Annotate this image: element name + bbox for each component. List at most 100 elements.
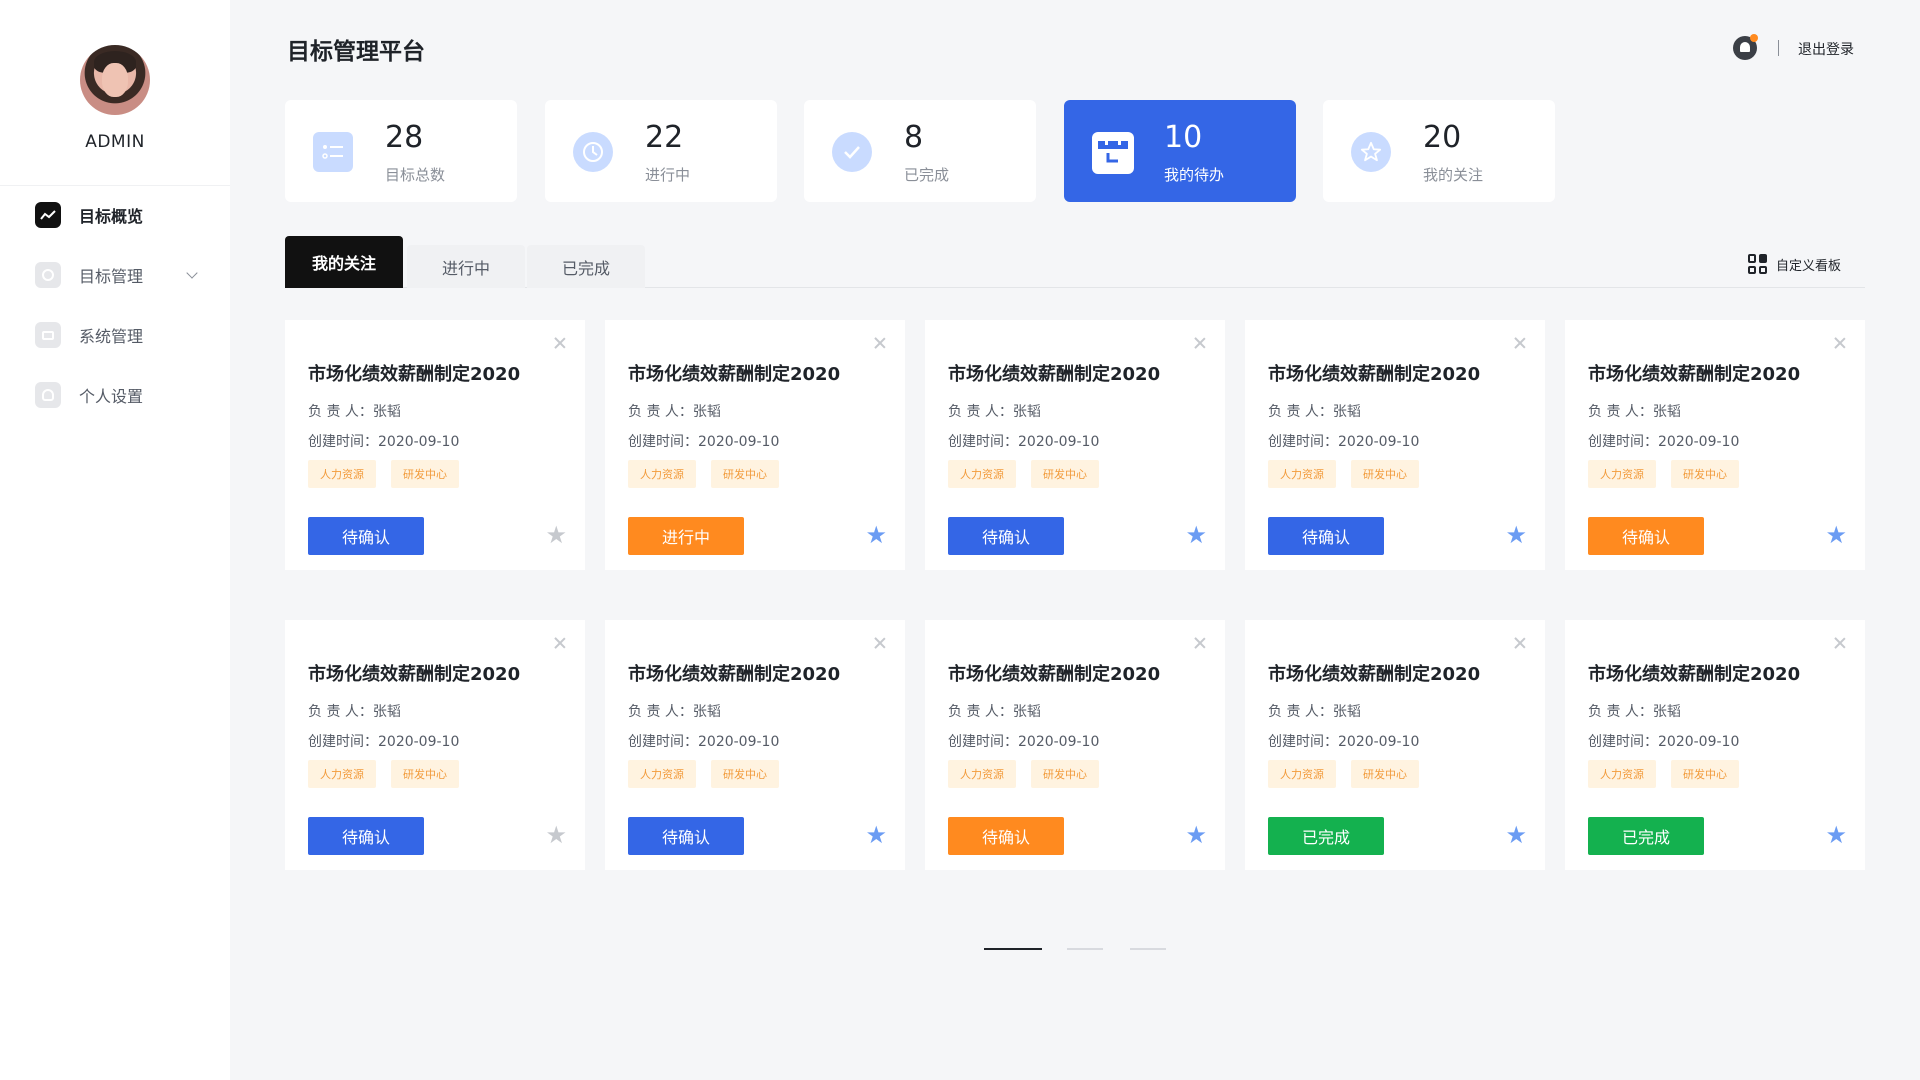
star-icon[interactable]: ★ bbox=[1185, 823, 1207, 847]
sidebar-item-personal-settings[interactable]: 个人设置 bbox=[0, 365, 230, 425]
tag-hr: 人力资源 bbox=[948, 460, 1016, 488]
star-icon bbox=[1351, 132, 1391, 172]
sidebar-item-system-management[interactable]: 系统管理 bbox=[0, 305, 230, 365]
star-icon[interactable]: ★ bbox=[865, 523, 887, 547]
user-name: ADMIN bbox=[85, 132, 145, 152]
stat-card-total[interactable]: 28 目标总数 bbox=[285, 100, 517, 202]
star-icon[interactable]: ★ bbox=[545, 523, 567, 547]
tag-rd-center: 研发中心 bbox=[391, 760, 459, 788]
target-card[interactable]: 市场化绩效薪酬制定2020 负 责 人：张韬 创建时间：2020-09-10 人力资源… bbox=[925, 620, 1225, 870]
star-icon[interactable]: ★ bbox=[1185, 523, 1207, 547]
notification-badge bbox=[1750, 34, 1758, 42]
close-icon[interactable] bbox=[553, 636, 567, 650]
star-icon[interactable]: ★ bbox=[1505, 823, 1527, 847]
card-created-time: 创建时间：2020-09-10 bbox=[308, 734, 460, 750]
sidebar-item-label: 目标管理 bbox=[79, 267, 144, 286]
target-card[interactable]: 市场化绩效薪酬制定2020 负 责 人：张韬 创建时间：2020-09-10 人力资源… bbox=[605, 320, 905, 570]
card-title: 市场化绩效薪酬制定2020 bbox=[1588, 364, 1801, 385]
pagination-dot[interactable] bbox=[984, 948, 1042, 950]
tag-hr: 人力资源 bbox=[308, 460, 376, 488]
target-card[interactable]: 市场化绩效薪酬制定2020 负 责 人：张韬 创建时间：2020-09-10 人力资源… bbox=[1565, 620, 1865, 870]
pagination-dot[interactable] bbox=[1130, 948, 1166, 950]
sidebar-item-label: 个人设置 bbox=[79, 387, 144, 406]
tag-rd-center: 研发中心 bbox=[1351, 460, 1419, 488]
card-owner: 负 责 人：张韬 bbox=[948, 404, 1041, 420]
star-icon[interactable]: ★ bbox=[545, 823, 567, 847]
tag-hr: 人力资源 bbox=[1268, 760, 1336, 788]
close-icon[interactable] bbox=[1193, 336, 1207, 350]
tag-hr: 人力资源 bbox=[628, 760, 696, 788]
stat-value: 10 bbox=[1164, 120, 1203, 155]
sidebar-item-label: 系统管理 bbox=[79, 327, 144, 346]
status-button[interactable]: 待确认 bbox=[948, 517, 1064, 555]
close-icon[interactable] bbox=[1513, 336, 1527, 350]
card-owner: 负 责 人：张韬 bbox=[1268, 404, 1361, 420]
status-button[interactable]: 待确认 bbox=[308, 517, 424, 555]
star-icon[interactable]: ★ bbox=[1505, 523, 1527, 547]
close-icon[interactable] bbox=[1513, 636, 1527, 650]
chevron-down-icon[interactable] bbox=[186, 267, 198, 279]
tab-in-progress[interactable]: 进行中 bbox=[407, 245, 525, 288]
card-title: 市场化绩效薪酬制定2020 bbox=[308, 664, 521, 685]
avatar[interactable] bbox=[80, 45, 150, 115]
card-owner: 负 责 人：张韬 bbox=[308, 704, 401, 720]
stat-card-completed[interactable]: 8 已完成 bbox=[804, 100, 1036, 202]
status-button[interactable]: 待确认 bbox=[628, 817, 744, 855]
sidebar-item-target-management[interactable]: 目标管理 bbox=[0, 245, 230, 305]
target-card[interactable]: 市场化绩效薪酬制定2020 负 责 人：张韬 创建时间：2020-09-10 人力资源… bbox=[605, 620, 905, 870]
tab-bar: 我的关注 进行中 已完成 bbox=[285, 236, 1865, 288]
card-owner: 负 责 人：张韬 bbox=[628, 404, 721, 420]
tab-my-follow[interactable]: 我的关注 bbox=[285, 236, 403, 288]
check-icon bbox=[832, 132, 872, 172]
card-created-time: 创建时间：2020-09-10 bbox=[1268, 734, 1420, 750]
target-card[interactable]: 市场化绩效薪酬制定2020 负 责 人：张韬创建时间：2020-09-10 人力资源… bbox=[285, 620, 585, 870]
target-card[interactable]: 市场化绩效薪酬制定2020 负 责 人：张韬 创建时间：2020-09-10 人力资源… bbox=[1565, 320, 1865, 570]
status-button[interactable]: 进行中 bbox=[628, 517, 744, 555]
status-button[interactable]: 待确认 bbox=[308, 817, 424, 855]
tab-completed[interactable]: 已完成 bbox=[527, 245, 645, 288]
target-card[interactable]: 市场化绩效薪酬制定2020 负 责 人：张韬 创建时间：2020-09-10 人力资源… bbox=[1245, 620, 1545, 870]
stat-card-my-follow[interactable]: 20 我的关注 bbox=[1323, 100, 1555, 202]
stat-card-in-progress[interactable]: 22 进行中 bbox=[545, 100, 777, 202]
star-icon[interactable]: ★ bbox=[1825, 823, 1847, 847]
target-card[interactable]: 市场化绩效薪酬制定2020 负 责 人：张韬 创建时间：2020-09-10 人力资源… bbox=[285, 320, 585, 570]
sidebar-item-overview[interactable]: 目标概览 bbox=[0, 185, 230, 245]
calendar-icon bbox=[1092, 132, 1134, 174]
page-title: 目标管理平台 bbox=[287, 39, 425, 65]
sidebar-item-label: 目标概览 bbox=[79, 207, 144, 226]
stat-label: 进行中 bbox=[645, 166, 691, 184]
status-button[interactable]: 待确认 bbox=[948, 817, 1064, 855]
chart-icon bbox=[35, 202, 61, 228]
stat-value: 28 bbox=[385, 120, 424, 155]
logout-link[interactable]: 退出登录 bbox=[1798, 39, 1854, 59]
card-created-time: 创建时间：2020-09-10 bbox=[628, 734, 780, 750]
stat-card-my-todo[interactable]: 10 我的待办 bbox=[1064, 100, 1296, 202]
pagination-dot[interactable] bbox=[1067, 948, 1103, 950]
close-icon[interactable] bbox=[1833, 636, 1847, 650]
target-icon bbox=[35, 262, 61, 288]
close-icon[interactable] bbox=[1193, 636, 1207, 650]
star-icon[interactable]: ★ bbox=[1825, 523, 1847, 547]
status-button[interactable]: 已完成 bbox=[1268, 817, 1384, 855]
stat-label: 目标总数 bbox=[385, 166, 446, 184]
target-card[interactable]: 市场化绩效薪酬制定2020 负 责 人：张韬 创建时间：2020-09-10 人力资源… bbox=[1245, 320, 1545, 570]
card-created-time: 创建时间：2020-09-10 bbox=[308, 434, 460, 450]
stat-label: 我的关注 bbox=[1423, 166, 1484, 184]
tag-hr: 人力资源 bbox=[1588, 460, 1656, 488]
star-icon[interactable]: ★ bbox=[865, 823, 887, 847]
target-card[interactable]: 市场化绩效薪酬制定2020 负 责 人：张韬 创建时间：2020-09-10 人力资源… bbox=[925, 320, 1225, 570]
customize-board-button[interactable]: 自定义看板 bbox=[1748, 254, 1841, 274]
close-icon[interactable] bbox=[873, 336, 887, 350]
tag-hr: 人力资源 bbox=[1588, 760, 1656, 788]
close-icon[interactable] bbox=[553, 336, 567, 350]
status-button[interactable]: 已完成 bbox=[1588, 817, 1704, 855]
stat-label: 已完成 bbox=[904, 166, 950, 184]
status-button[interactable]: 待确认 bbox=[1268, 517, 1384, 555]
close-icon[interactable] bbox=[873, 636, 887, 650]
tag-hr: 人力资源 bbox=[308, 760, 376, 788]
status-button[interactable]: 待确认 bbox=[1588, 517, 1704, 555]
card-title: 市场化绩效薪酬制定2020 bbox=[628, 664, 841, 685]
close-icon[interactable] bbox=[1833, 336, 1847, 350]
tag-rd-center: 研发中心 bbox=[1351, 760, 1419, 788]
card-owner: 负 责 人：张韬 bbox=[1268, 704, 1361, 720]
